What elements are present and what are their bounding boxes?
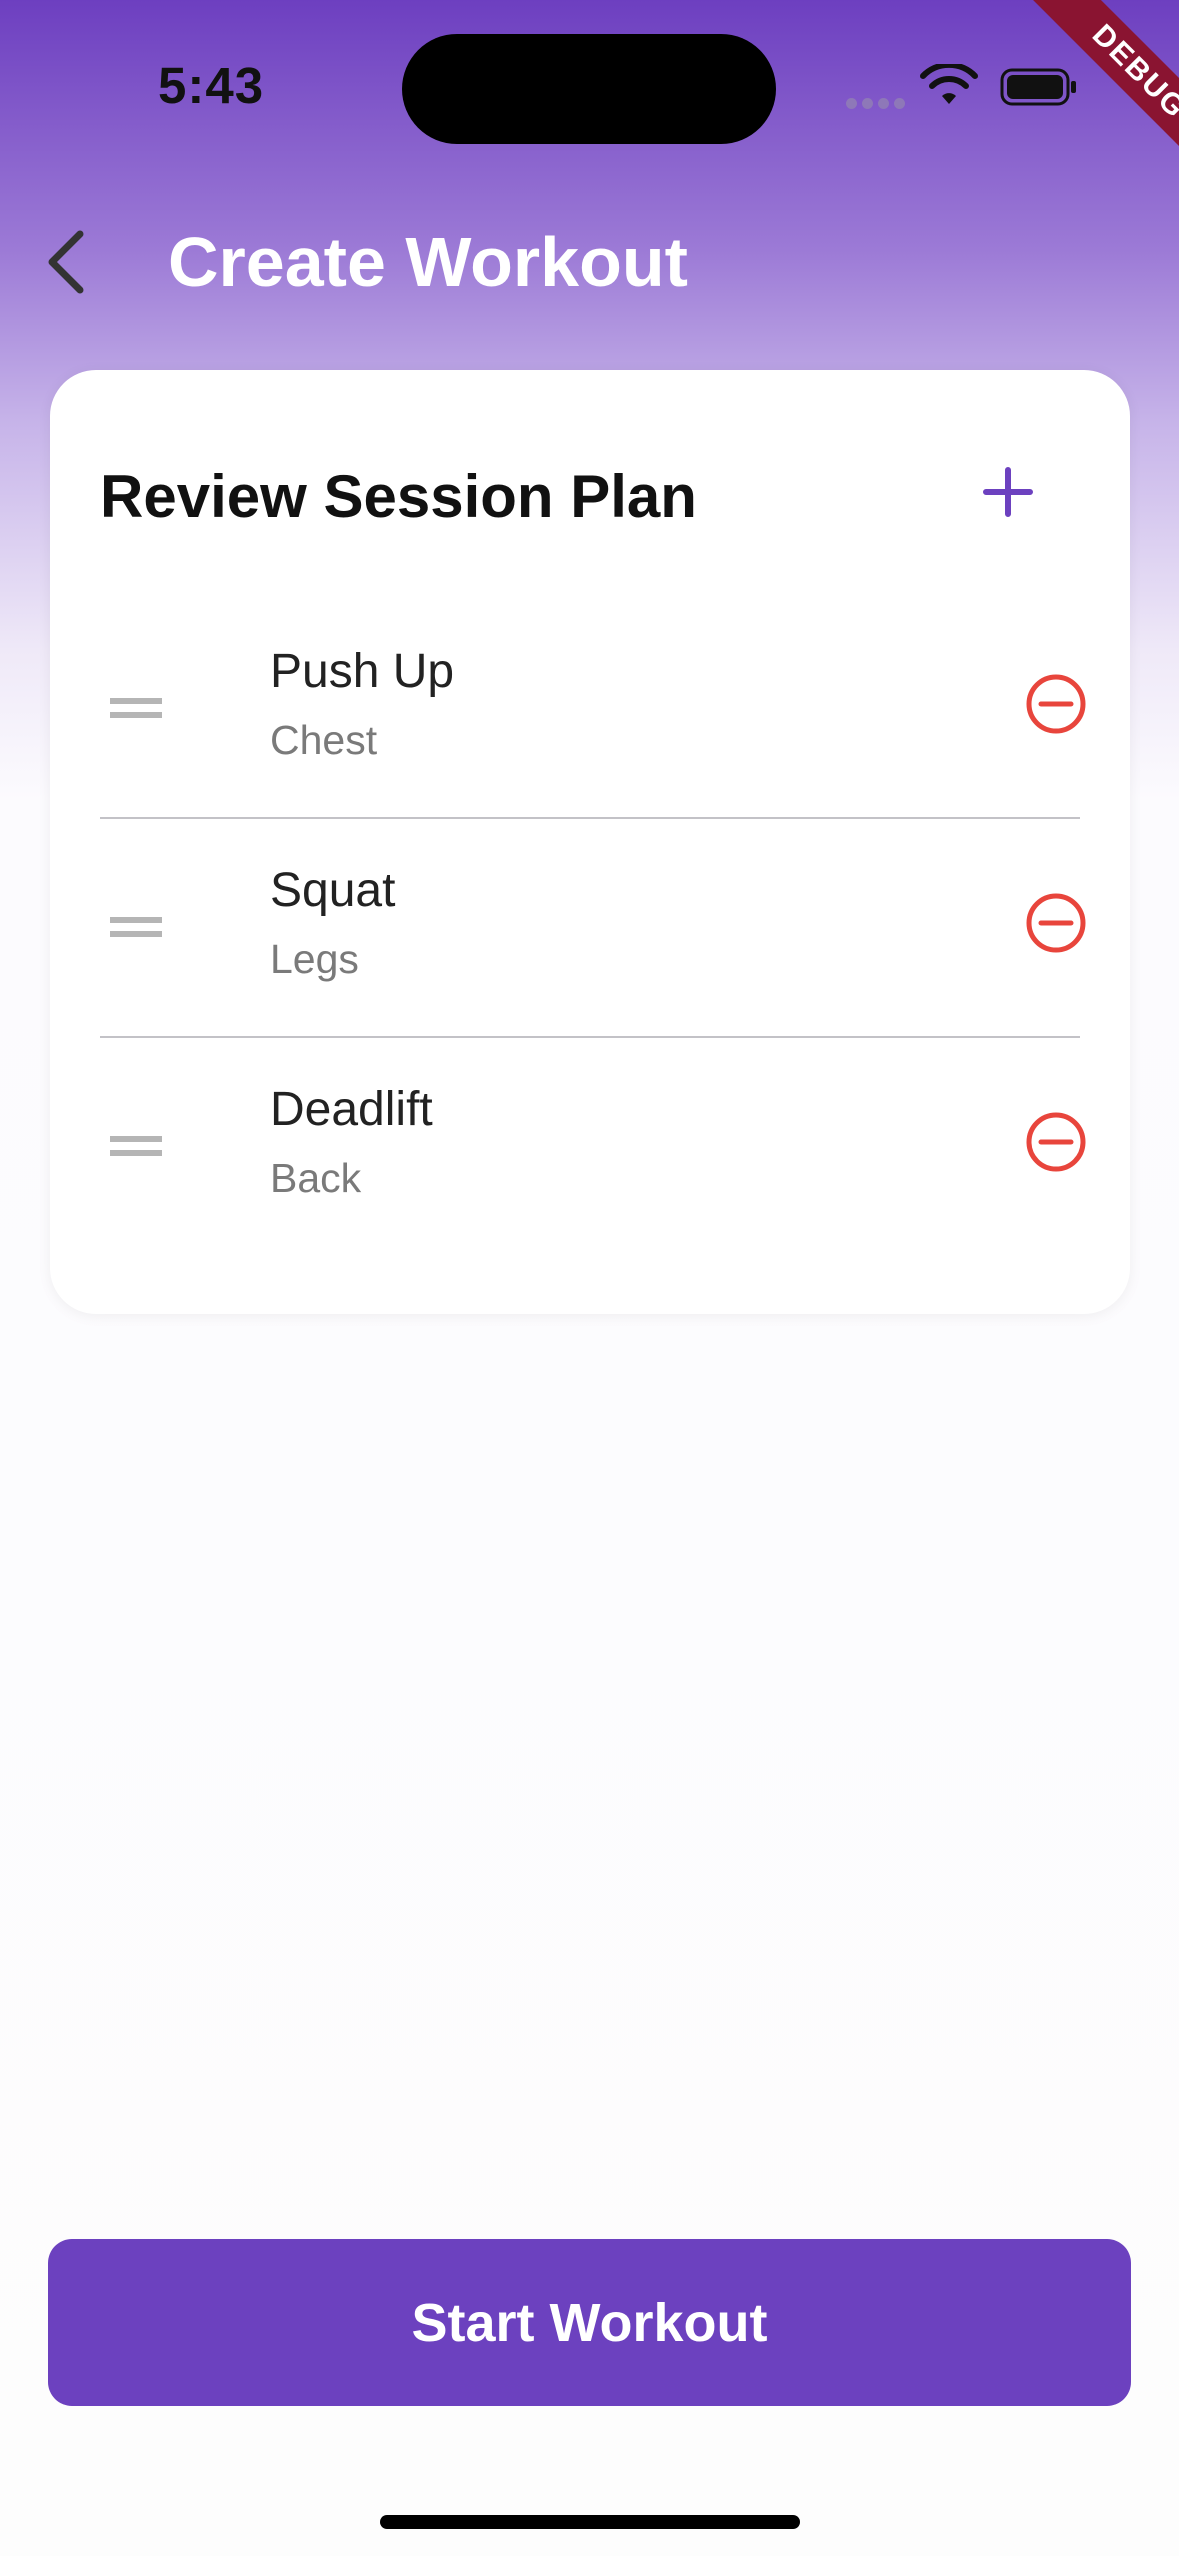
remove-circle-icon[interactable]: [1024, 891, 1088, 955]
exercise-name: Deadlift: [270, 1083, 433, 1136]
exercise-list: Push Up Chest Squat Legs Deadlift Back: [100, 600, 1086, 1257]
list-item[interactable]: Squat Legs: [100, 819, 1086, 1038]
signal-dots-icon: [846, 96, 910, 114]
chevron-left-icon[interactable]: [40, 226, 96, 298]
dynamic-island: [402, 34, 776, 144]
drag-handle-icon[interactable]: [110, 688, 162, 728]
debug-banner: DEBUG: [979, 0, 1179, 200]
drag-handle-icon[interactable]: [110, 1126, 162, 1166]
debug-banner-label: DEBUG: [1023, 0, 1179, 188]
start-workout-button[interactable]: Start Workout: [48, 2239, 1131, 2406]
exercise-category: Chest: [270, 717, 378, 763]
exercise-name: Squat: [270, 864, 396, 917]
exercise-category: Back: [270, 1155, 362, 1201]
remove-circle-icon[interactable]: [1024, 1110, 1088, 1174]
drag-handle-icon[interactable]: [110, 907, 162, 947]
card-title: Review Session Plan: [100, 463, 697, 530]
plus-icon[interactable]: [978, 462, 1038, 522]
exercise-name: Push Up: [270, 645, 455, 698]
page-title: Create Workout: [168, 223, 688, 301]
home-indicator: [380, 2515, 800, 2529]
session-plan-card: Review Session Plan Push Up Chest Squat …: [50, 370, 1130, 1314]
status-time: 5:43: [158, 57, 265, 114]
list-item[interactable]: Deadlift Back: [100, 1038, 1086, 1257]
list-item[interactable]: Push Up Chest: [100, 600, 1086, 819]
wifi-icon: [920, 64, 978, 104]
remove-circle-icon[interactable]: [1024, 672, 1088, 736]
exercise-category: Legs: [270, 936, 359, 982]
